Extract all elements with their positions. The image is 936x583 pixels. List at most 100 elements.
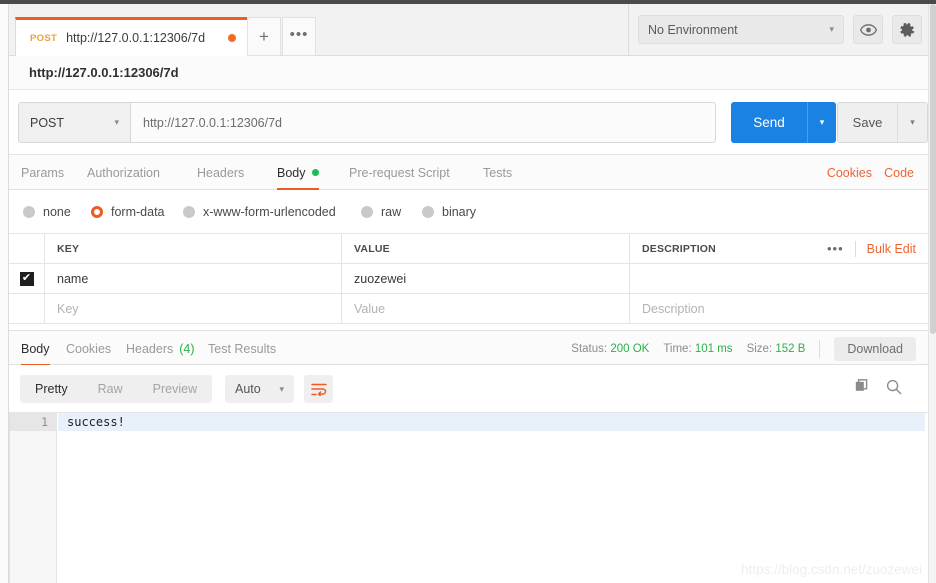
body-type-x-www-form-urlencoded[interactable]: x-www-form-urlencoded (183, 190, 336, 234)
body-type-form-data[interactable]: form-data (91, 190, 165, 234)
unsaved-indicator-icon (228, 34, 237, 42)
size-value: 152 B (775, 342, 806, 355)
environment-bar: No Environment ▾ (628, 4, 928, 56)
new-row-key-input[interactable]: Key (57, 302, 79, 316)
body-type-label: none (43, 205, 71, 219)
time-label: Time: (663, 342, 692, 355)
chevron-down-icon: ▾ (114, 117, 119, 127)
save-button-label: Save (852, 115, 883, 130)
eye-icon (859, 23, 877, 36)
response-tab-body[interactable]: Body (21, 331, 50, 366)
row-key-input[interactable]: name (57, 272, 88, 286)
body-type-label: binary (442, 205, 477, 219)
response-section-tabs: Body Cookies Headers (4) Test Results St… (9, 330, 928, 366)
new-row-description-input[interactable]: Description (642, 302, 705, 316)
column-header-description: DESCRIPTION (642, 242, 716, 255)
response-view-mode-group: Pretty Raw Preview (20, 375, 213, 403)
search-icon (886, 379, 902, 394)
word-wrap-icon (310, 383, 327, 396)
gear-icon (900, 22, 915, 37)
request-title-bar: http://127.0.0.1:12306/7d (9, 56, 928, 90)
tab-label: Body (21, 341, 50, 356)
line-number-gutter: 1 (10, 413, 57, 583)
http-method-select[interactable]: POST ▾ (18, 102, 131, 143)
tab-params[interactable]: Params (21, 155, 64, 190)
response-tab-headers[interactable]: Headers (4) (126, 331, 195, 366)
body-type-options: none form-data x-www-form-urlencoded raw… (9, 190, 928, 234)
row-checkbox-cell-empty[interactable] (9, 294, 45, 323)
divider (854, 240, 856, 257)
row-value-input[interactable]: zuozewei (354, 272, 406, 286)
environment-quick-look-button[interactable] (853, 15, 883, 44)
send-options-button[interactable]: ▾ (807, 102, 836, 143)
divider (819, 339, 821, 358)
plus-icon: + (259, 27, 269, 46)
url-input[interactable]: http://127.0.0.1:12306/7d (131, 102, 716, 143)
response-tab-cookies[interactable]: Cookies (66, 331, 111, 366)
send-button-group: Send ▾ (731, 102, 836, 143)
scrollbar-thumb[interactable] (930, 4, 936, 334)
body-type-none[interactable]: none (23, 190, 71, 234)
tab-body[interactable]: Body (277, 155, 319, 190)
request-tab-active[interactable]: POST http://127.0.0.1:12306/7d (15, 17, 252, 56)
view-mode-raw[interactable]: Raw (83, 375, 138, 403)
download-button[interactable]: Download (834, 336, 916, 361)
table-row-empty[interactable]: Key Value Description (9, 294, 928, 324)
tab-options-button[interactable]: ••• (282, 17, 316, 56)
form-data-table: KEY VALUE DESCRIPTION ••• Bulk Edit ✔ na… (9, 234, 928, 324)
tab-label: Pre-request Script (349, 165, 450, 180)
row-checkbox-cell[interactable]: ✔ (9, 264, 45, 293)
table-row[interactable]: ✔ name zuozewei (9, 264, 928, 294)
body-present-dot-icon (311, 169, 319, 176)
response-toolbar-icons (855, 375, 902, 403)
tab-authorization[interactable]: Authorization (87, 155, 160, 190)
save-button[interactable]: Save (838, 103, 897, 142)
tab-label: Tests (483, 165, 513, 180)
response-tab-test-results[interactable]: Test Results (208, 331, 276, 366)
sidebar-collapsed-rail[interactable] (0, 4, 9, 583)
view-mode-pretty[interactable]: Pretty (20, 375, 83, 403)
body-type-raw[interactable]: raw (361, 190, 401, 234)
code-link[interactable]: Code (884, 155, 914, 190)
watermark: https://blog.csdn.net/zuozewei (741, 562, 922, 577)
ellipsis-icon: ••• (289, 25, 309, 43)
tab-label: Headers (197, 165, 245, 180)
body-type-binary[interactable]: binary (422, 190, 476, 234)
save-button-group: Save ▾ (837, 102, 928, 143)
size-label: Size: (746, 342, 773, 355)
bulk-edit-button[interactable]: Bulk Edit (867, 242, 916, 256)
save-options-button[interactable]: ▾ (897, 103, 927, 142)
response-format-value: Auto (235, 382, 261, 396)
status-value: 200 OK (610, 342, 650, 355)
new-row-value-input[interactable]: Value (354, 302, 385, 316)
row-checkbox[interactable]: ✔ (19, 271, 34, 286)
request-tab-url: http://127.0.0.1:12306/7d (66, 31, 206, 45)
response-body-viewer[interactable]: 1 success! (9, 413, 928, 583)
tab-headers[interactable]: Headers (197, 155, 244, 190)
vertical-scrollbar[interactable] (928, 4, 936, 583)
settings-button[interactable] (892, 15, 922, 44)
search-button[interactable] (886, 379, 902, 400)
tab-tests[interactable]: Tests (483, 155, 512, 190)
radio-icon (361, 206, 373, 218)
http-method-value: POST (30, 115, 65, 130)
send-button-label: Send (753, 115, 785, 130)
column-header-key: KEY (57, 242, 80, 255)
word-wrap-button[interactable] (304, 375, 333, 403)
chevron-down-icon: ▾ (819, 117, 825, 127)
copy-icon (855, 379, 868, 391)
tab-pre-request-script[interactable]: Pre-request Script (349, 155, 450, 190)
column-header-value: VALUE (354, 242, 390, 255)
copy-button[interactable] (855, 379, 870, 399)
response-format-select[interactable]: Auto ▾ (225, 375, 294, 403)
table-header-checkbox-cell (9, 234, 45, 263)
cookies-link[interactable]: Cookies (827, 155, 872, 190)
table-header-row: KEY VALUE DESCRIPTION ••• Bulk Edit (9, 234, 928, 264)
view-mode-preview[interactable]: Preview (138, 375, 212, 403)
new-tab-button[interactable]: + (247, 17, 281, 56)
tab-label: Cookies (66, 341, 112, 356)
table-options-button[interactable]: ••• (827, 241, 844, 256)
send-button[interactable]: Send (731, 102, 807, 143)
environment-selector[interactable]: No Environment ▾ (638, 15, 844, 44)
response-view-toolbar: Pretty Raw Preview Auto ▾ (9, 365, 928, 413)
